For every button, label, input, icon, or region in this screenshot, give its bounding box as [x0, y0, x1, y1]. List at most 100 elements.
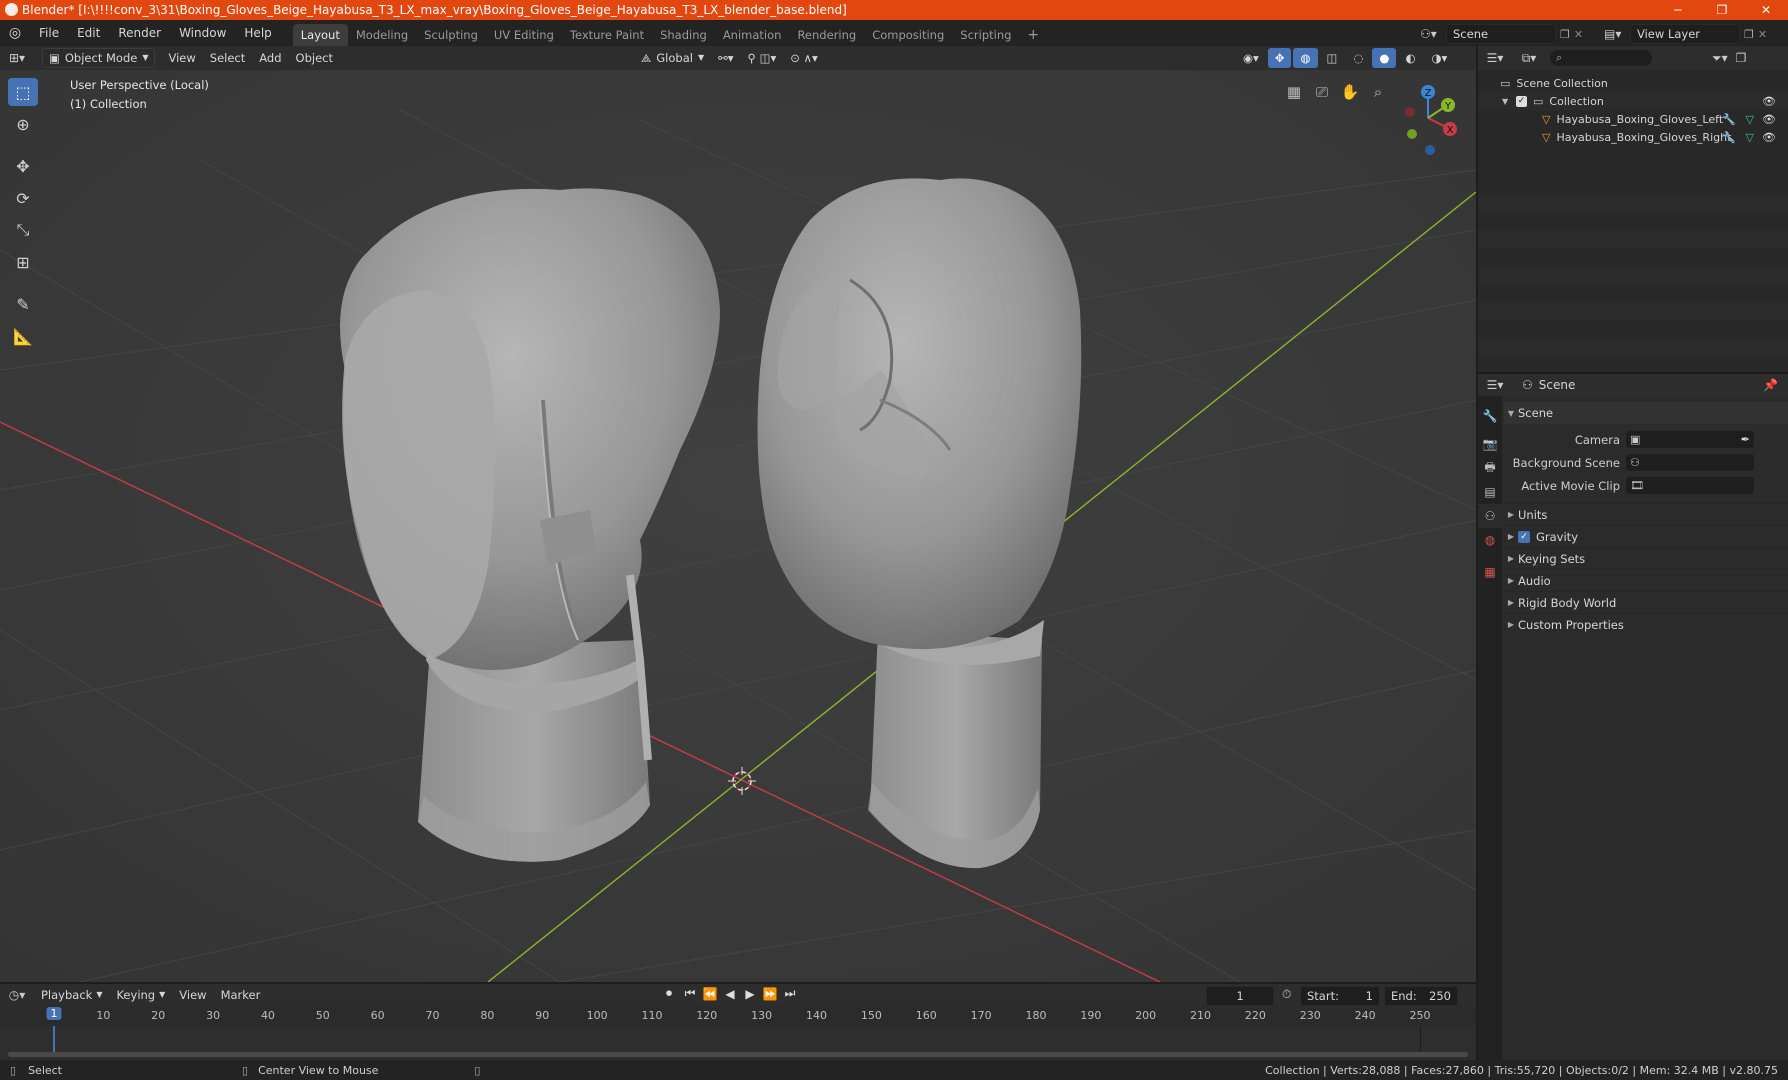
- collection-checkbox[interactable]: ✓: [1516, 95, 1527, 107]
- menu-object[interactable]: Object: [289, 48, 340, 68]
- outliner-row-scene-collection[interactable]: ▭ Scene Collection: [1478, 74, 1788, 92]
- display-mode-icon[interactable]: ⧉▾: [1512, 51, 1546, 66]
- modifier-icon[interactable]: 🔧: [1722, 131, 1736, 144]
- eye-icon[interactable]: 👁: [1762, 131, 1776, 144]
- rigid-body-world-section-header[interactable]: ▶ Rigid Body World: [1504, 591, 1788, 613]
- gravity-checkbox[interactable]: ✓: [1518, 530, 1530, 543]
- pin-icon[interactable]: 📌: [1763, 378, 1778, 392]
- transform-orientation-selector[interactable]: ⟁ Global ▼: [634, 48, 711, 68]
- play-reverse-icon[interactable]: ◀: [722, 987, 738, 1001]
- tab-rendering[interactable]: Rendering: [789, 24, 864, 46]
- tab-shading[interactable]: Shading: [652, 24, 715, 46]
- eye-icon[interactable]: 👁: [1762, 95, 1776, 108]
- delete-view-layer-icon[interactable]: ✕: [1758, 28, 1767, 41]
- world-tab-icon[interactable]: ◍: [1478, 528, 1502, 552]
- next-keyframe-icon[interactable]: ⏩: [762, 987, 778, 1001]
- move-tool-icon[interactable]: ✥: [8, 152, 38, 180]
- tool-tab-icon[interactable]: 🔧: [1478, 404, 1502, 428]
- menu-window[interactable]: Window: [170, 20, 235, 46]
- wireframe-shading-icon[interactable]: ◌: [1346, 48, 1370, 68]
- tab-compositing[interactable]: Compositing: [864, 24, 952, 46]
- view-layer-tab-icon[interactable]: ▤: [1478, 480, 1502, 504]
- menu-playback[interactable]: Playback ▼: [34, 985, 109, 1005]
- xray-toggle-icon[interactable]: ◫: [1320, 48, 1345, 68]
- annotate-tool-icon[interactable]: ✎: [8, 290, 38, 318]
- material-shading-icon[interactable]: ◐: [1398, 48, 1422, 68]
- measure-tool-icon[interactable]: 📐: [8, 322, 38, 350]
- filter-icon[interactable]: ⏷▾: [1712, 51, 1728, 66]
- eye-icon[interactable]: 👁: [1762, 113, 1776, 126]
- editor-type-icon[interactable]: ⊞▾: [0, 51, 34, 65]
- tab-uv-editing[interactable]: UV Editing: [486, 24, 562, 46]
- output-tab-icon[interactable]: 🖶: [1478, 456, 1502, 480]
- camera-field[interactable]: ▣ ✒: [1626, 431, 1754, 448]
- new-collection-icon[interactable]: ❐: [1736, 51, 1747, 65]
- proportional-edit-icon[interactable]: ⊙ ∧▾: [783, 48, 824, 68]
- delete-scene-icon[interactable]: ✕: [1574, 28, 1583, 41]
- scene-selector[interactable]: Scene: [1446, 24, 1556, 44]
- expand-arrow-icon[interactable]: ▼: [1502, 97, 1516, 106]
- select-box-tool-icon[interactable]: ⬚: [8, 78, 38, 106]
- mesh-data-icon[interactable]: ▽: [1746, 131, 1754, 144]
- close-button[interactable]: ✕: [1744, 0, 1788, 20]
- scene-tab-icon[interactable]: ⚇: [1478, 504, 1502, 528]
- active-movie-clip-field[interactable]: 🎞: [1626, 477, 1754, 494]
- menu-help[interactable]: Help: [235, 20, 280, 46]
- properties-editor-type-icon[interactable]: ☰▾: [1478, 378, 1512, 392]
- menu-add[interactable]: Add: [252, 48, 288, 68]
- mode-selector[interactable]: ▣ Object Mode ▼: [42, 48, 156, 68]
- outliner-row-collection[interactable]: ▼ ✓ ▭ Collection 👁: [1478, 92, 1788, 110]
- render-tab-icon[interactable]: 📷: [1478, 432, 1502, 456]
- visibility-icon[interactable]: ◉▾: [1236, 48, 1266, 68]
- tab-texture-paint[interactable]: Texture Paint: [562, 24, 652, 46]
- snap-icon[interactable]: ⚲ ◫▾: [741, 48, 784, 68]
- scene-panel-header[interactable]: ▼ Scene: [1504, 402, 1788, 424]
- tab-sculpting[interactable]: Sculpting: [416, 24, 486, 46]
- current-frame-field[interactable]: 1: [1206, 986, 1274, 1006]
- background-scene-field[interactable]: ⚇: [1626, 454, 1754, 471]
- view-layer-icon[interactable]: ▤▾: [1604, 27, 1626, 41]
- scale-tool-icon[interactable]: ⤡: [8, 216, 38, 244]
- view-layer-selector[interactable]: View Layer: [1630, 24, 1740, 44]
- prev-keyframe-icon[interactable]: ⏪: [702, 987, 718, 1001]
- menu-render[interactable]: Render: [109, 20, 170, 46]
- menu-timeline-view[interactable]: View: [172, 985, 213, 1005]
- new-scene-icon[interactable]: ❐: [1560, 28, 1570, 41]
- tab-scripting[interactable]: Scripting: [952, 24, 1019, 46]
- preview-range-icon[interactable]: ⏱: [1282, 987, 1291, 1002]
- pivot-point-icon[interactable]: ⚯▾: [711, 48, 740, 68]
- tab-animation[interactable]: Animation: [715, 24, 790, 46]
- record-button-icon[interactable]: ⏺: [660, 986, 678, 1001]
- jump-end-icon[interactable]: ⏭: [782, 986, 798, 1001]
- outliner-search-input[interactable]: ⌕: [1550, 50, 1652, 66]
- outliner-row-object[interactable]: ▽ Hayabusa_Boxing_Gloves_Left 🔧 ▽ 👁: [1478, 110, 1788, 128]
- pan-view-icon[interactable]: ✋: [1338, 80, 1362, 104]
- rotate-tool-icon[interactable]: ⟳: [8, 184, 38, 212]
- jump-start-icon[interactable]: ⏮: [682, 986, 698, 1001]
- tab-modeling[interactable]: Modeling: [348, 24, 416, 46]
- custom-properties-section-header[interactable]: ▶ Custom Properties: [1504, 613, 1788, 635]
- navigation-gizmo[interactable]: Z X Y: [1382, 78, 1472, 168]
- outliner-editor-type-icon[interactable]: ☰▾: [1478, 51, 1512, 65]
- camera-view-icon[interactable]: ⎚: [1310, 80, 1334, 104]
- eyedropper-icon[interactable]: ✒: [1741, 433, 1750, 446]
- frame-ruler[interactable]: 1 10 20 30 40 50 60 70 80 90 100 110 120 130 140 150 160…: [0, 1006, 1476, 1026]
- menu-edit[interactable]: Edit: [68, 20, 109, 46]
- play-icon[interactable]: ▶: [742, 987, 758, 1001]
- audio-section-header[interactable]: ▶ Audio: [1504, 569, 1788, 591]
- cursor-tool-icon[interactable]: ⊕: [8, 110, 38, 138]
- gravity-section-header[interactable]: ▶ ✓ Gravity: [1504, 525, 1788, 547]
- tab-layout[interactable]: Layout: [292, 24, 348, 46]
- texture-tab-icon[interactable]: ▦: [1478, 560, 1502, 584]
- new-view-layer-icon[interactable]: ❐: [1744, 28, 1754, 41]
- mesh-data-icon[interactable]: ▽: [1746, 113, 1754, 126]
- blender-menu-icon[interactable]: ◎: [0, 25, 30, 41]
- minimize-button[interactable]: ─: [1656, 0, 1700, 20]
- menu-file[interactable]: File: [30, 20, 68, 46]
- menu-marker[interactable]: Marker: [214, 985, 268, 1005]
- overlay-toggle-icon[interactable]: ◍: [1293, 48, 1318, 68]
- menu-select[interactable]: Select: [203, 48, 252, 68]
- units-section-header[interactable]: ▶ Units: [1504, 503, 1788, 525]
- toggle-ortho-icon[interactable]: ▦: [1282, 80, 1306, 104]
- timeline-scrollbar[interactable]: [8, 1052, 1468, 1057]
